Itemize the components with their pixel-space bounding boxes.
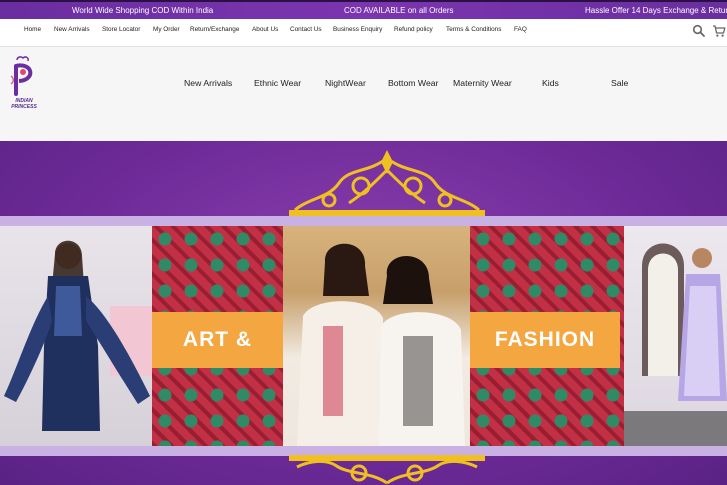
site-header: INDIAN PRINCESS New Arrivals Ethnic Wear… xyxy=(0,47,727,141)
top-link-refund-policy[interactable]: Refund policy xyxy=(394,26,433,33)
brand-name: INDIAN PRINCESS xyxy=(4,98,44,110)
gold-ornament-bottom xyxy=(289,453,485,485)
gold-ornament-top xyxy=(289,148,485,218)
model-photo-center xyxy=(283,226,470,446)
hero-banner[interactable]: ART & FASHION xyxy=(0,141,727,485)
top-link-contact-us[interactable]: Contact Us xyxy=(290,26,322,33)
top-link-business-enquiry[interactable]: Business Enquiry xyxy=(333,26,382,33)
top-link-about-us[interactable]: About Us xyxy=(252,26,278,33)
top-link-my-order[interactable]: My Order xyxy=(153,26,180,33)
announcement-bar: World Wide Shopping COD Within India COD… xyxy=(0,0,727,19)
model-photo-left xyxy=(0,226,152,446)
announcement-right: Hassle Offer 14 Days Exchange & Returns xyxy=(585,6,727,15)
top-link-store-locator[interactable]: Store Locator xyxy=(102,26,140,33)
search-icon[interactable] xyxy=(692,24,706,38)
banner-text-right: FASHION xyxy=(470,312,620,368)
cart-icon[interactable] xyxy=(712,24,726,38)
announcement-center: COD AVAILABLE on all Orders xyxy=(344,6,454,15)
top-link-terms-conditions[interactable]: Terms & Conditions xyxy=(446,26,501,33)
nav-sale[interactable]: Sale xyxy=(611,78,628,88)
nav-ethnic-wear[interactable]: Ethnic Wear xyxy=(254,78,301,88)
nav-new-arrivals[interactable]: New Arrivals xyxy=(184,78,232,88)
top-link-home[interactable]: Home xyxy=(24,26,41,33)
nav-kids[interactable]: Kids xyxy=(542,78,559,88)
nav-maternity-wear[interactable]: Maternity Wear xyxy=(453,78,512,88)
top-link-new-arrivals[interactable]: New Arrivals xyxy=(54,26,90,33)
model-photo-right xyxy=(624,226,727,446)
announcement-left: World Wide Shopping COD Within India xyxy=(72,6,214,15)
banner-text-left: ART & xyxy=(152,312,283,368)
top-links-bar: Home New Arrivals Store Locator My Order… xyxy=(0,19,727,47)
top-link-return-exchange[interactable]: Return/Exchange xyxy=(190,26,239,33)
nav-bottom-wear[interactable]: Bottom Wear xyxy=(388,78,439,88)
nav-nightwear[interactable]: NightWear xyxy=(325,78,366,88)
brand-line-2: PRINCESS xyxy=(11,104,37,110)
top-link-faq[interactable]: FAQ xyxy=(514,26,527,33)
